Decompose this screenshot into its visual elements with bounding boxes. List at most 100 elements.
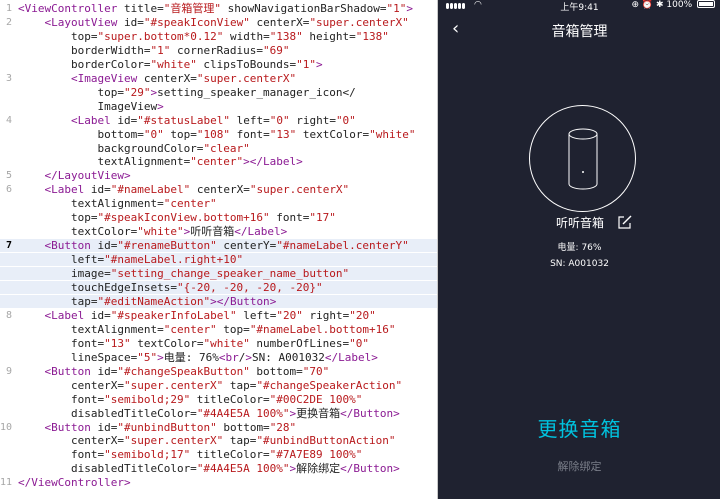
code-line[interactable]: ImageView> [0,100,437,113]
line-number: 1 [5,3,12,14]
code-line[interactable]: 9 <Button id="#changeSpeakButton" bottom… [0,365,437,378]
code-text: font="semibold;29" titleColor="#00C2DE 1… [18,392,363,406]
code-text: textAlignment="center"></Label> [18,155,303,169]
code-line[interactable]: font="13" textColor="white" numberOfLine… [0,337,437,350]
code-line[interactable]: tap="#editNameAction"></Button> [0,294,437,308]
code-text: centerX="super.centerX" tap="#changeSpea… [18,378,403,392]
code-line[interactable]: 10 <Button id="#unbindButton" bottom="28… [0,421,437,434]
line-number: 6 [5,184,12,196]
code-line[interactable]: 1 <ViewController title="音箱管理" showNaviga… [0,2,437,15]
code-text: bottom="0" top="108" font="13" textColor… [18,127,416,141]
code-text: top="29">setting_speaker_manager_icon</ [18,85,356,99]
code-text: backgroundColor="clear" [18,141,250,155]
sn-info: SN: A001032 [550,259,609,269]
code-text: <Button id="#renameButton" centerY="#nam… [44,239,409,253]
speaker-icon [568,128,598,190]
battery-percent: 100% [666,0,693,10]
code-line[interactable]: centerX="super.centerX" tap="#unbindButt… [0,434,437,447]
line-number: 4 [5,114,12,126]
code-line[interactable]: borderWidth="1" cornerRadius="69" [0,44,437,57]
code-text: <Button id="#changeSpeakButton" bottom="… [44,364,330,378]
line-number: 9 [5,365,12,377]
line-number: 8 [5,309,12,321]
code-line[interactable]: centerX="super.centerX" tap="#changeSpea… [0,379,437,392]
code-text: ImageView> [18,99,164,113]
code-text: disabledTitleColor="#4A4E5A 100%">解除绑定</… [18,462,400,476]
code-line[interactable]: 8 <Label id="#speakerInfoLabel" left="20… [0,309,437,322]
code-text: lineSpace="5">电量: 76%<br/>SN: A001032</L… [18,350,378,364]
edit-icon [618,215,632,229]
rename-button[interactable] [618,214,632,229]
code-text: <LayoutView id="#speakIconView" centerX=… [44,15,409,29]
speak-icon-view [529,105,636,212]
line-number: 11 [0,477,13,489]
code-text: top="#speakIconView.bottom+16" font="17" [18,211,336,225]
status-right: ⊕ ⏰ ✱ 100% [631,0,715,10]
code-text: <ViewController title="音箱管理" showNavigat… [18,2,414,15]
code-line[interactable]: image="setting_change_speaker_name_butto… [0,267,437,281]
code-text: textAlignment="center" top="#nameLabel.b… [18,322,396,336]
navigation-bar: ‹ 音箱管理 [438,12,720,48]
name-row: 听听音箱 [438,214,720,234]
phone-preview: ◠ 上午9:41 ⊕ ⏰ ✱ 100% ‹ 音箱管理 听听音箱 电量: 76% … [437,0,720,499]
code-line[interactable]: 3 <ImageView centerX="super.centerX" [0,72,437,85]
nav-title: 音箱管理 [551,24,608,40]
code-line[interactable]: textAlignment="center" top="#nameLabel.b… [0,323,437,336]
code-text: font="semibold;17" titleColor="#7A7E89 1… [18,448,363,462]
code-text: <ImageView centerX="super.centerX" [70,71,297,85]
code-line[interactable]: 11 </ViewController> [0,476,437,489]
code-line[interactable]: left="#nameLabel.right+10" [0,253,437,267]
status-icons: ⊕ ⏰ ✱ [631,0,664,10]
code-text: disabledTitleColor="#4A4E5A 100%">更换音箱</… [18,406,400,420]
code-text: borderWidth="1" cornerRadius="69" [18,43,290,57]
battery-icon [697,0,715,8]
code-line[interactable]: textColor="white">听听音箱</Label> [0,225,437,238]
code-line[interactable]: 6 <Label id="#nameLabel" centerX="super.… [0,183,437,196]
code-text: touchEdgeInsets="{-20, -20, -20, -20}" [18,281,323,294]
code-text: left="#nameLabel.right+10" [18,253,244,267]
code-line[interactable]: bottom="0" top="108" font="13" textColor… [0,128,437,141]
code-text: <Label id="#speakerInfoLabel" left="20" … [44,308,376,322]
change-speaker-button[interactable]: 更换音箱 [438,413,720,442]
code-text: <Button id="#unbindButton" bottom="28" [44,420,297,434]
code-text: <Label id="#nameLabel" centerX="super.ce… [44,183,350,197]
code-text: </ViewController> [18,476,131,490]
line-number: 5 [5,170,12,182]
code-text: textAlignment="center" [18,197,217,211]
code-text: image="setting_change_speaker_name_butto… [18,267,350,281]
line-number: 3 [5,72,12,84]
code-line[interactable]: backgroundColor="clear" [0,142,437,155]
code-line[interactable]: 2 <LayoutView id="#speakIconView" center… [0,16,437,29]
code-text: font="13" textColor="white" numberOfLine… [18,336,370,350]
code-line[interactable]: textAlignment="center" [0,197,437,210]
code-text: top="super.bottom*0.12" width="138" heig… [18,29,389,43]
code-text: </LayoutView> [44,169,131,183]
code-line[interactable]: 7 <Button id="#renameButton" centerY="#n… [0,239,437,253]
code-line[interactable]: textAlignment="center"></Label> [0,155,437,168]
code-line[interactable]: top="#speakIconView.bottom+16" font="17" [0,211,437,224]
status-bar: ◠ 上午9:41 ⊕ ⏰ ✱ 100% [438,0,720,13]
line-number: 10 [0,421,13,433]
code-text: borderColor="white" clipsToBounds="1"> [18,57,323,71]
code-text: textColor="white">听听音箱</Label> [18,225,288,239]
line-number: 2 [5,16,12,28]
code-editor[interactable]: 1 <ViewController title="音箱管理" showNaviga… [0,0,437,499]
code-line[interactable]: touchEdgeInsets="{-20, -20, -20, -20}" [0,281,437,294]
code-line[interactable]: 4 <Label id="#statusLabel" left="0" righ… [0,114,437,127]
unbind-button[interactable]: 解除绑定 [438,458,720,474]
code-line[interactable]: disabledTitleColor="#4A4E5A 100%">解除绑定</… [0,462,437,475]
code-line[interactable]: 5 </LayoutView> [0,169,437,182]
speaker-info-label: 电量: 76% SN: A001032 [458,240,701,272]
code-line[interactable]: top="29">setting_speaker_manager_icon</ [0,86,437,99]
code-line[interactable]: font="semibold;17" titleColor="#7A7E89 1… [0,448,437,461]
line-number: 7 [5,240,12,252]
code-text: tap="#editNameAction"></Button> [18,294,277,308]
speaker-name-label: 听听音箱 [556,216,605,230]
code-line[interactable]: top="super.bottom*0.12" width="138" heig… [0,30,437,43]
battery-info: 电量: 76% [557,243,602,253]
code-line[interactable]: font="semibold;29" titleColor="#00C2DE 1… [0,393,437,406]
code-line[interactable]: disabledTitleColor="#4A4E5A 100%">更换音箱</… [0,407,437,420]
code-line[interactable]: borderColor="white" clipsToBounds="1"> [0,58,437,71]
code-text: <Label id="#statusLabel" left="0" right=… [70,113,356,127]
code-line[interactable]: lineSpace="5">电量: 76%<br/>SN: A001032</L… [0,351,437,364]
